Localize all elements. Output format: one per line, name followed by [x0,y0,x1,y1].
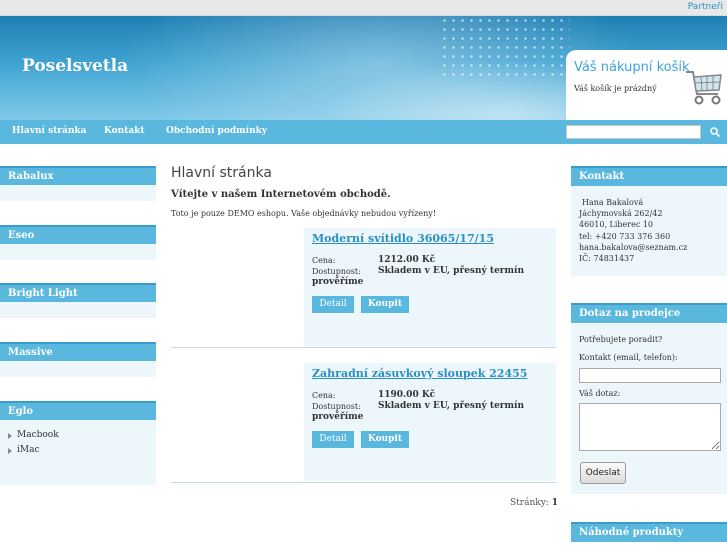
contact-field[interactable] [579,368,721,383]
search-input[interactable] [566,125,701,139]
ask-intro: Potřebujete poradit? [579,335,663,344]
product-divider [171,482,556,483]
availability-label: Dostupnost: [312,267,361,276]
category-body [0,244,156,260]
category-box-eglo: Eglo Macbook iMac [0,401,156,485]
nav-item-contact[interactable]: Kontakt [104,126,145,136]
nav-item-terms[interactable]: Obchodní podmínky [166,126,267,136]
nav-item-home[interactable]: Hlavní stránka [12,126,87,136]
product-card: Zahradní zásuvkový sloupek 22455 Cena: 1… [304,363,556,481]
question-field-label: Váš dotaz: [579,389,621,398]
header-bubbles [440,16,570,76]
category-title[interactable]: Rabalux [0,166,156,185]
contact-company-id: IČ: 74831437 [579,254,635,263]
category-box-rabalux: Rabalux [0,166,156,201]
price-label: Cena: [312,256,336,265]
subcategory-item[interactable]: iMac [0,443,156,458]
category-body: Macbook iMac [0,420,156,485]
pagination-current-page[interactable]: 1 [552,498,558,508]
category-title[interactable]: Bright Light [0,283,156,302]
contact-phone: tel: +420 733 376 360 [579,232,671,241]
product-price: 1212.00 Kč [378,255,436,265]
site-logo[interactable]: Poselsvetla [22,56,128,76]
product-name-link[interactable]: Zahradní zásuvkový sloupek 22455 [312,367,527,380]
cart-status: Váš košík je prázdný [574,84,657,93]
availability-label: Dostupnost: [312,402,361,411]
category-box-massive: Massive [0,342,156,377]
category-title[interactable]: Eseo [0,225,156,244]
search-icon[interactable] [709,126,721,138]
product-card: Moderní svítidlo 36065/17/15 Cena: 1212.… [304,228,556,346]
category-body [0,302,156,318]
contact-field-label: Kontakt (email, telefon): [579,353,678,362]
category-box-bright-light: Bright Light [0,283,156,318]
detail-button[interactable]: Detail [312,431,354,448]
pagination-label: Stránky: [510,498,549,508]
demo-notice: Toto je pouze DEMO eshopu. Vaše objednáv… [171,209,437,218]
ask-seller-title: Dotaz na prodejce [571,303,727,323]
availability-value: Skladem v EU, přesný termín [378,401,525,411]
random-products-title: Náhodné produkty [571,522,727,542]
contact-name: Hana Bakalová [582,198,644,207]
question-field[interactable] [579,403,721,451]
price-label: Cena: [312,391,336,400]
shopping-cart-panel[interactable]: Váš nákupní košík Váš košík je prázdný [566,50,727,120]
bullet-arrow-icon [8,448,12,454]
detail-button[interactable]: Detail [312,296,354,313]
shopping-cart-icon[interactable] [684,66,724,108]
product-price: 1190.00 Kč [378,390,436,400]
availability-value-cont: prověříme [312,412,364,422]
partners-link[interactable]: Partneři [688,2,723,12]
subcategory-label: Macbook [17,430,59,440]
cart-title[interactable]: Váš nákupní košík [574,60,690,75]
availability-value: Skladem v EU, přesný termín [378,266,525,276]
top-bar: Partneři [0,0,727,16]
contact-box: Hana Bakalová Jáchymovská 262/42 46010, … [571,186,727,276]
category-body [0,361,156,377]
category-body [0,185,156,201]
availability-value-cont: prověříme [312,277,364,287]
contact-city: 46010, Liberec 10 [579,220,654,229]
product-name-link[interactable]: Moderní svítidlo 36065/17/15 [312,232,494,245]
buy-button[interactable]: Koupit [361,296,409,313]
category-box-eseo: Eseo [0,225,156,260]
page-title: Hlavní stránka [171,165,272,181]
contact-box-title: Kontakt [571,166,727,186]
buy-button[interactable]: Koupit [361,431,409,448]
contact-street: Jáchymovská 262/42 [579,209,663,218]
category-title[interactable]: Massive [0,342,156,361]
pagination: Stránky: 1 [510,498,558,508]
contact-email[interactable]: hana.bakalova@seznam.cz [579,243,687,252]
send-button[interactable]: Odeslat [580,462,626,484]
bullet-arrow-icon [8,433,12,439]
product-divider [171,347,556,348]
ask-seller-form: Potřebujete poradit? Kontakt (email, tel… [571,324,727,494]
welcome-text: Vítejte v našem Internetovém obchodě. [171,189,391,200]
category-title[interactable]: Eglo [0,401,156,420]
subcategory-item[interactable]: Macbook [0,428,156,443]
subcategory-label: iMac [17,445,40,455]
